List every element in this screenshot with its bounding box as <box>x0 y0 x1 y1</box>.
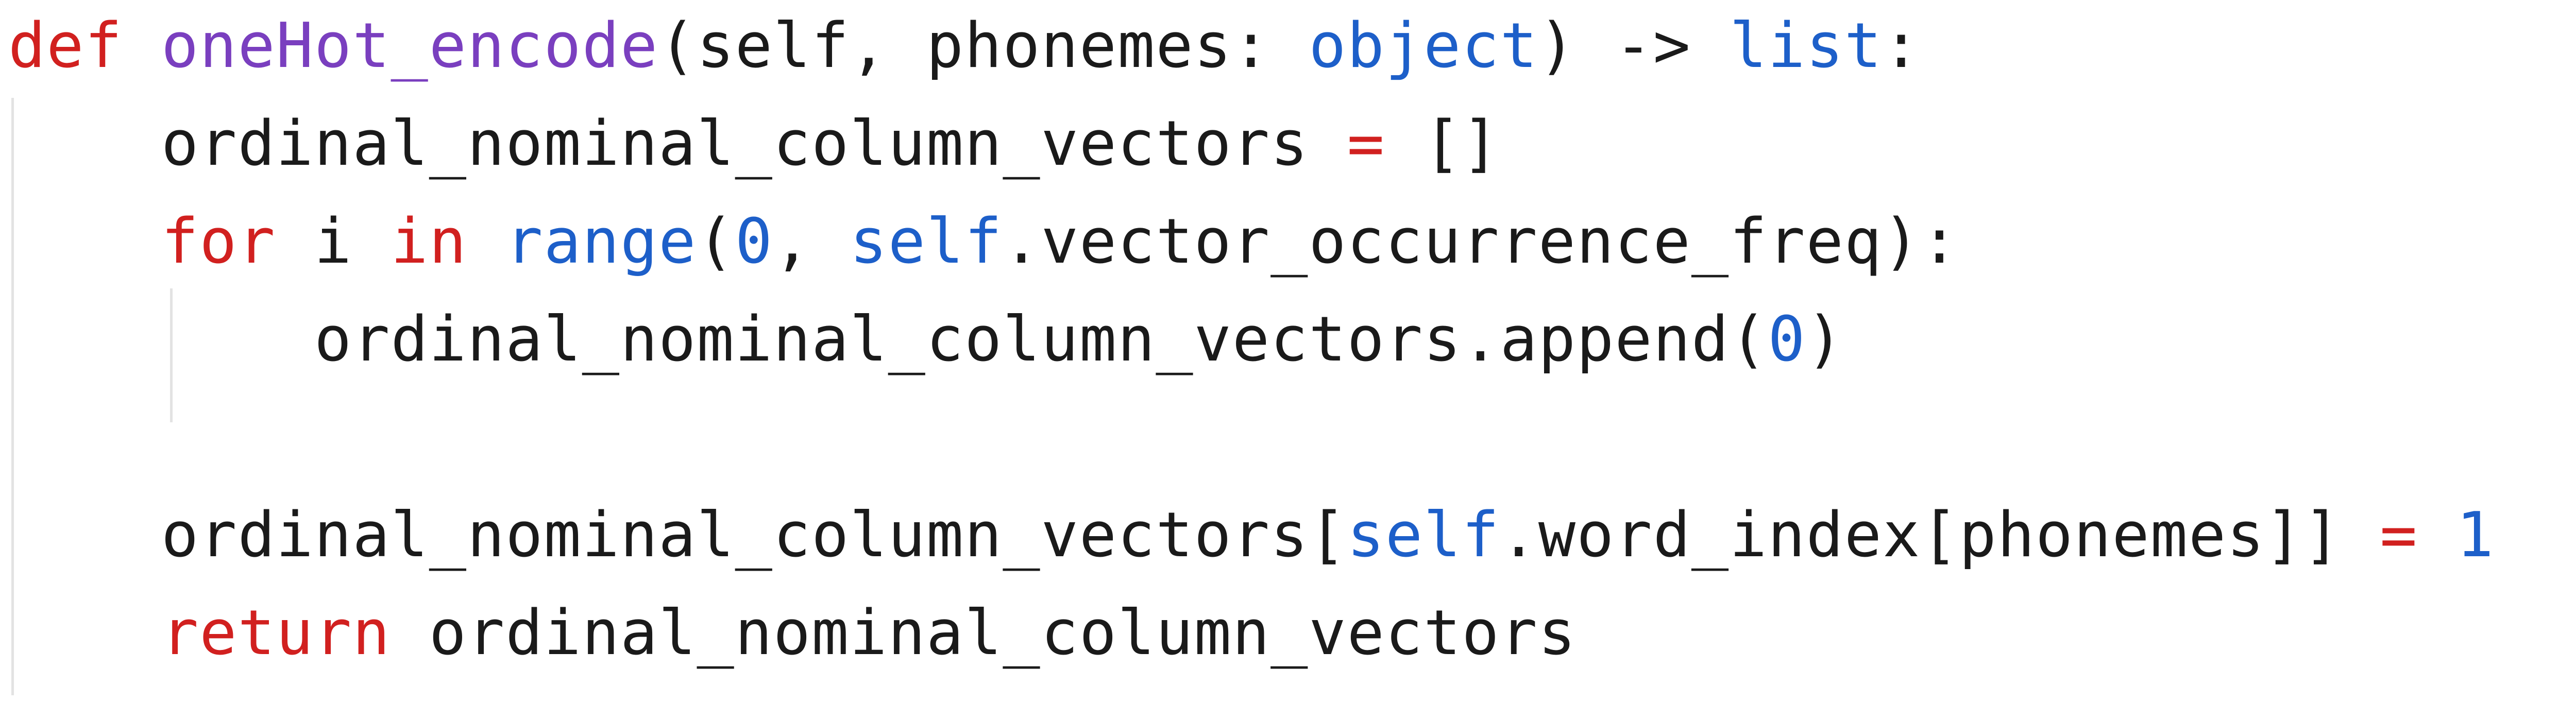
code-token-number: 0 <box>1768 304 1806 375</box>
code-token-builtin: range <box>505 206 697 278</box>
code-line[interactable]: def oneHot_encode(self, phonemes: object… <box>8 8 1921 85</box>
code-editor[interactable]: def oneHot_encode(self, phonemes: object… <box>0 0 2576 703</box>
code-token-builtin: object <box>1309 10 1538 82</box>
code-token-builtin: list <box>1730 10 1883 82</box>
code-token-builtin: self <box>1347 500 1500 571</box>
code-token-plain: (self, phonemes: <box>658 10 1309 82</box>
code-line[interactable]: return ordinal_nominal_column_vectors <box>8 595 1577 672</box>
code-token-keyword: for <box>161 206 276 278</box>
code-line[interactable]: ordinal_nominal_column_vectors.append(0) <box>8 301 1844 379</box>
code-line[interactable]: ordinal_nominal_column_vectors[self.word… <box>8 497 2495 574</box>
code-token-plain: .word_index[phonemes]] <box>1500 500 2380 571</box>
code-token-plain: [] <box>1385 108 1500 180</box>
code-token-plain: i <box>276 206 391 278</box>
code-token-plain: .vector_occurrence_freq): <box>1003 206 1959 278</box>
code-token-builtin: self <box>850 206 1003 278</box>
code-line[interactable]: ordinal_nominal_column_vectors = [] <box>8 106 1500 183</box>
code-token-keyword: return <box>161 597 391 669</box>
code-token-number: 1 <box>2456 500 2495 571</box>
code-token-operator: = <box>2380 500 2418 571</box>
code-line[interactable]: for i in range(0, self.vector_occurrence… <box>8 203 1959 281</box>
code-token-plain: : <box>1883 10 1921 82</box>
code-token-plain: ( <box>697 206 735 278</box>
code-token-plain: ) <box>1806 304 1844 375</box>
code-token-plain: ) -> <box>1538 10 1730 82</box>
code-token-number: 0 <box>735 206 773 278</box>
code-token-keyword: def <box>8 10 123 82</box>
code-token-plain: , <box>773 206 850 278</box>
code-token-plain: ordinal_nominal_column_vectors.append( <box>8 304 1768 375</box>
code-token-operator: = <box>1347 108 1385 180</box>
code-token-plain: ordinal_nominal_column_vectors[ <box>8 500 1347 571</box>
code-token-plain: ordinal_nominal_column_vectors <box>391 597 1577 669</box>
code-token-plain: ordinal_nominal_column_vectors <box>8 108 1347 180</box>
code-token-keyword: in <box>391 206 467 278</box>
code-token-function-name: oneHot_encode <box>161 10 659 82</box>
